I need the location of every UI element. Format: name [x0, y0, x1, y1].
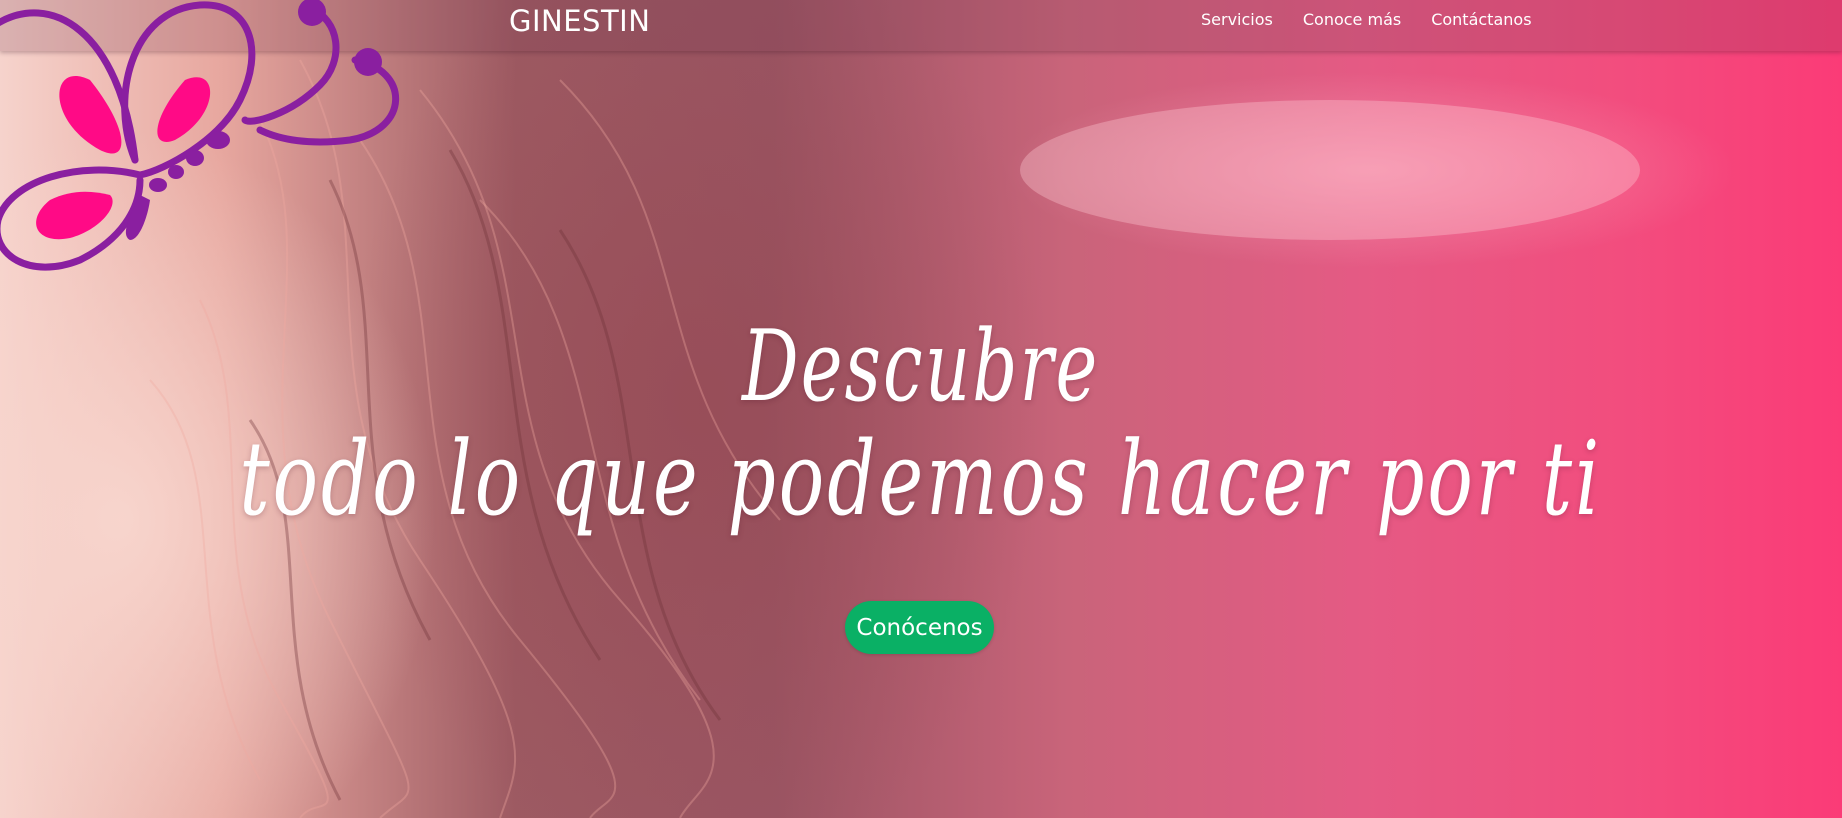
hero-headline-line1: Descubre — [741, 310, 1100, 424]
nav-servicios[interactable]: Servicios — [1201, 10, 1273, 29]
conocenos-button[interactable]: Conócenos — [845, 601, 994, 654]
hero-headline-line2: todo lo que podemos hacer por ti — [239, 420, 1603, 539]
butterfly-icon[interactable] — [0, 0, 420, 290]
nav-contactanos[interactable]: Contáctanos — [1431, 10, 1531, 29]
nav-conoce-mas[interactable]: Conoce más — [1303, 10, 1401, 29]
main-nav: Servicios Conoce más Contáctanos — [1201, 10, 1532, 29]
brand-title[interactable]: GINESTIN — [509, 4, 650, 38]
